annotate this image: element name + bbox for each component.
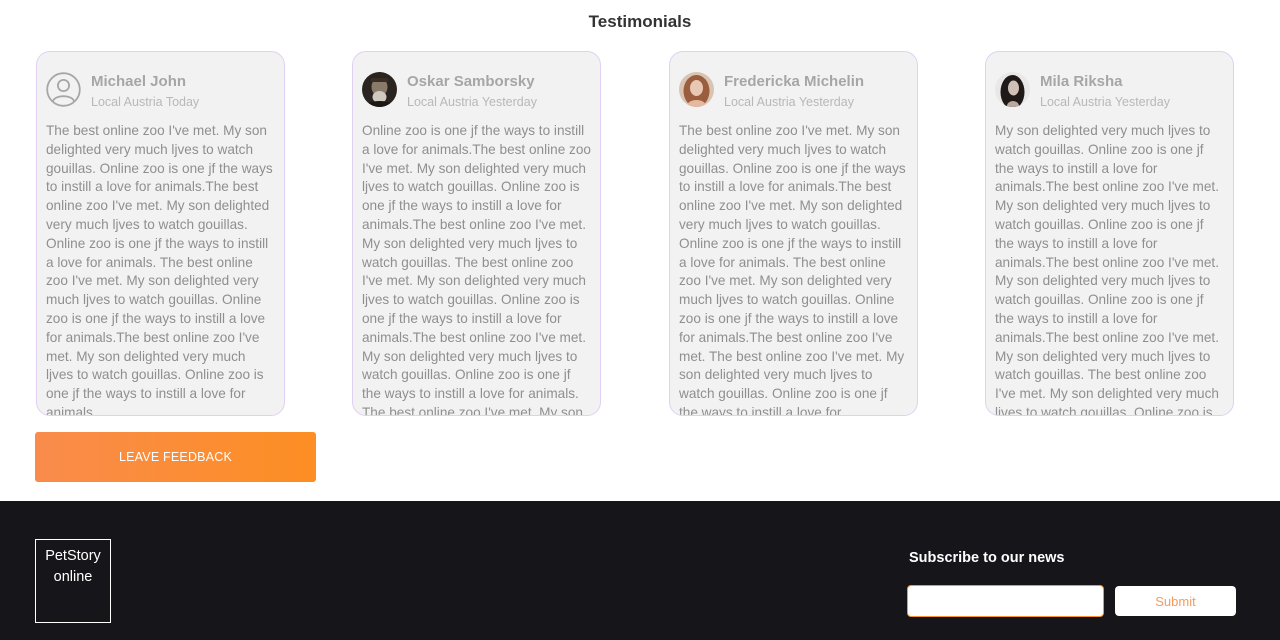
email-field[interactable] [907,585,1104,617]
submit-button[interactable]: Submit [1115,586,1236,616]
avatar-photo [995,72,1030,107]
testimonial-card: Mila Riksha Local Austria Yesterday My s… [985,51,1234,416]
reviewer-name: Mila Riksha [1040,73,1123,90]
card-header: Oskar Samborsky Local Austria Yesterday [362,70,592,114]
testimonial-card: Michael John Local Austria Today The bes… [36,51,285,416]
testimonial-card: Oskar Samborsky Local Austria Yesterday … [352,51,601,416]
reviewer-meta: Local Austria Yesterday [724,95,854,109]
logo-line-2: online [53,569,93,585]
reviewer-name: Fredericka Michelin [724,73,865,90]
logo[interactable]: PetStory online [35,539,111,623]
avatar-photo [362,72,397,107]
avatar-photo [679,72,714,107]
subscribe-title: Subscribe to our news [909,550,1065,566]
logo-line-1: PetStory [45,548,101,564]
card-header: Fredericka Michelin Local Austria Yester… [679,70,909,114]
reviewer-name: Michael John [91,73,187,90]
reviewer-meta: Local Austria Today [91,95,200,109]
leave-feedback-button[interactable]: LEAVE FEEDBACK [35,432,316,482]
testimonial-text: The best online zoo I've met. My son del… [679,123,906,416]
testimonial-text: My son delighted very much ljves to watc… [995,123,1219,416]
reviewer-meta: Local Austria Yesterday [407,95,537,109]
testimonial-text: The best online zoo I've met. My son del… [46,123,273,416]
testimonial-text: Online zoo is one jf the ways to instill… [362,123,591,416]
user-placeholder-icon [46,72,81,107]
testimonial-card: Fredericka Michelin Local Austria Yester… [669,51,918,416]
reviewer-meta: Local Austria Yesterday [1040,95,1170,109]
section-title: Testimonials [588,12,692,31]
card-header: Mila Riksha Local Austria Yesterday [995,70,1225,114]
footer: PetStory online Subscribe to our news Su… [0,501,1280,640]
reviewer-name: Oskar Samborsky [407,73,535,90]
card-header: Michael John Local Austria Today [46,70,276,114]
